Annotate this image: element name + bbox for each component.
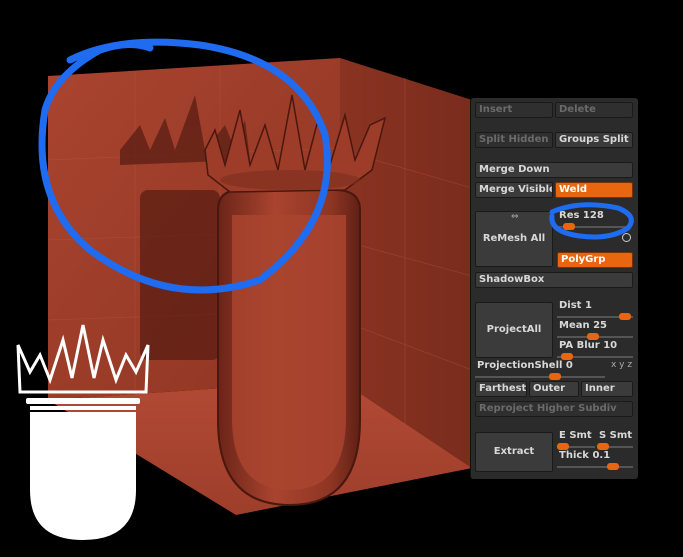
- outer-button[interactable]: Outer: [529, 381, 579, 397]
- extract-button[interactable]: Extract: [475, 432, 553, 472]
- inner-button[interactable]: Inner: [581, 381, 633, 397]
- thick-track: [557, 466, 633, 468]
- projection-shell-knob[interactable]: [549, 373, 561, 380]
- mean-label: Mean: [559, 320, 590, 331]
- insert-button[interactable]: Insert: [475, 102, 553, 118]
- dist-value: 1: [584, 300, 592, 311]
- projection-shell-label: ProjectionShell: [477, 360, 563, 371]
- dist-label: Dist: [559, 300, 582, 311]
- merge-down-button[interactable]: Merge Down: [475, 162, 633, 178]
- project-all-label: ProjectAll: [486, 324, 542, 335]
- thick-value: 0.1: [592, 450, 611, 461]
- pa-blur-label: PA Blur: [559, 340, 600, 351]
- highlight-circle-res: [549, 202, 634, 240]
- e-smt-label: E Smt: [559, 430, 592, 441]
- mean-value: 25: [593, 320, 608, 331]
- farthest-button[interactable]: Farthest: [475, 381, 527, 397]
- projection-shell-track: [475, 376, 605, 378]
- projection-shell-value: 0: [565, 360, 573, 371]
- subtool-panel: Insert Delete Split Hidden Groups Split …: [470, 98, 638, 479]
- thick-slider[interactable]: Thick 0.1: [557, 448, 633, 476]
- split-hidden-button[interactable]: Split Hidden: [475, 132, 553, 148]
- groups-split-button[interactable]: Groups Split: [555, 132, 633, 148]
- extract-label: Extract: [493, 446, 535, 457]
- polygrp-toggle[interactable]: PolyGrp: [557, 252, 633, 268]
- shadowbox-button[interactable]: ShadowBox: [475, 272, 633, 288]
- reproject-higher-subdiv-button[interactable]: Reproject Higher Subdiv: [475, 401, 633, 417]
- project-all-button[interactable]: ProjectAll: [475, 302, 553, 358]
- thick-knob[interactable]: [607, 463, 619, 470]
- xyz-toggle[interactable]: x y z: [611, 360, 632, 370]
- remesh-all-label: ReMesh All: [482, 233, 546, 244]
- thick-label: Thick: [559, 450, 589, 461]
- delete-button[interactable]: Delete: [555, 102, 633, 118]
- remesh-arrows-icon: ⇔: [511, 212, 519, 222]
- pa-blur-value: 10: [603, 340, 618, 351]
- s-smt-label: S Smt: [599, 430, 633, 441]
- shield-model[interactable]: [204, 94, 387, 507]
